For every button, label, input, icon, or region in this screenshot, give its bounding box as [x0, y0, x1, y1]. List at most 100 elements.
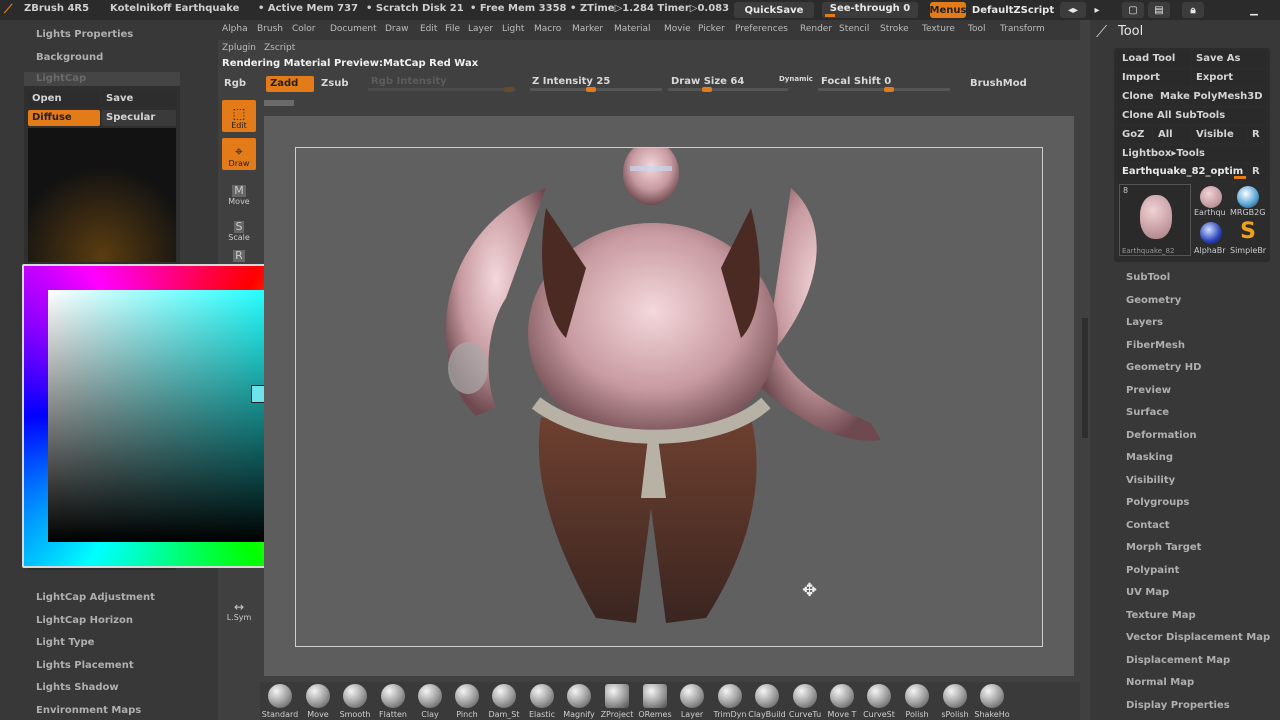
- lightcap-header[interactable]: LightCap: [24, 72, 180, 86]
- light-type-header[interactable]: Light Type: [36, 637, 94, 648]
- menu-zplugin[interactable]: Zplugin: [222, 43, 256, 53]
- tool-thumbnail-main[interactable]: 8 Earthquake_82: [1119, 184, 1191, 256]
- tool-thumb-mrgb[interactable]: MRGB2G: [1230, 184, 1266, 218]
- menu-zscript[interactable]: Zscript: [264, 43, 295, 53]
- dynamic-toggle[interactable]: Dynamic: [779, 75, 813, 83]
- menus-button[interactable]: Menus: [930, 2, 966, 18]
- brushmod-slider[interactable]: BrushMod: [970, 78, 1027, 89]
- preview-header[interactable]: Preview: [1126, 385, 1171, 396]
- tool-thumb-earthquake[interactable]: Earthqu: [1194, 184, 1228, 218]
- earthquake-model[interactable]: [296, 141, 1044, 648]
- make-polymesh-button[interactable]: Make PolyMesh3D: [1156, 89, 1266, 105]
- lights-placement-header[interactable]: Lights Placement: [36, 660, 134, 671]
- tool-thumb-alphabrush[interactable]: AlphaBr: [1194, 220, 1228, 256]
- import-button[interactable]: Import: [1118, 70, 1190, 86]
- menu-transform[interactable]: Transform: [1000, 24, 1045, 34]
- goz-r-button[interactable]: R: [1248, 127, 1266, 143]
- document-frame[interactable]: [295, 141, 1044, 648]
- brush-shakehook[interactable]: ShakeHo: [973, 684, 1011, 720]
- menu-macro[interactable]: Macro: [534, 24, 561, 34]
- lights-properties-header[interactable]: Lights Properties: [36, 29, 133, 40]
- goz-all-button[interactable]: All: [1154, 127, 1190, 143]
- right-scrollbar[interactable]: [1082, 318, 1088, 438]
- brush-spolish[interactable]: sPolish: [936, 684, 974, 720]
- z-intensity-knob[interactable]: [586, 87, 596, 92]
- geometry-hd-header[interactable]: Geometry HD: [1126, 362, 1201, 373]
- menu-alpha[interactable]: Alpha: [222, 24, 248, 34]
- clone-all-subtools-button[interactable]: Clone All SubTools: [1118, 108, 1266, 124]
- palette-toggle-icon[interactable]: ▸: [1090, 2, 1104, 18]
- deformation-header[interactable]: Deformation: [1126, 430, 1197, 441]
- draw-size-track[interactable]: [668, 87, 788, 92]
- menu-draw[interactable]: Draw: [385, 24, 409, 34]
- menu-layer[interactable]: Layer: [468, 24, 493, 34]
- lights-shadow-header[interactable]: Lights Shadow: [36, 682, 119, 693]
- menu-edit[interactable]: Edit: [420, 24, 437, 34]
- brush-pinch[interactable]: Pinch: [448, 684, 486, 720]
- brush-elastic[interactable]: Elastic: [523, 684, 561, 720]
- lightcap-open-button[interactable]: Open: [28, 91, 100, 107]
- contact-header[interactable]: Contact: [1126, 520, 1170, 531]
- polygroups-header[interactable]: Polygroups: [1126, 497, 1189, 508]
- document-canvas[interactable]: ✥: [264, 116, 1074, 676]
- brush-curvestrap[interactable]: CurveSt: [860, 684, 898, 720]
- menu-light[interactable]: Light: [502, 24, 524, 34]
- brush-qremesher[interactable]: ORemes: [636, 684, 674, 720]
- see-through-slider[interactable]: See-through 0: [822, 2, 918, 18]
- brush-magnify[interactable]: Magnify: [560, 684, 598, 720]
- brush-flatten[interactable]: Flatten: [374, 684, 412, 720]
- scroll-arrows-icon[interactable]: ◂▸: [1060, 2, 1086, 18]
- display-properties-header[interactable]: Display Properties: [1126, 700, 1230, 711]
- menu-picker[interactable]: Picker: [698, 24, 725, 34]
- rgb-button[interactable]: Rgb: [224, 78, 246, 89]
- scroll-handle[interactable]: [264, 100, 294, 106]
- visibility-header[interactable]: Visibility: [1126, 475, 1175, 486]
- menu-stroke[interactable]: Stroke: [880, 24, 909, 34]
- rgb-intensity-knob[interactable]: [504, 87, 514, 92]
- focal-shift-slider[interactable]: Focal Shift 0: [821, 76, 891, 87]
- menu-movie[interactable]: Movie: [664, 24, 691, 34]
- zsub-button[interactable]: Zsub: [321, 78, 348, 89]
- menu-material[interactable]: Material: [614, 24, 651, 34]
- background-header[interactable]: Background: [36, 52, 103, 63]
- fibermesh-header[interactable]: FiberMesh: [1126, 340, 1185, 351]
- goz-button[interactable]: GoZ: [1118, 127, 1152, 143]
- uv-map-header[interactable]: UV Map: [1126, 587, 1169, 598]
- save-as-button[interactable]: Save As: [1192, 51, 1266, 67]
- focal-shift-track[interactable]: [818, 87, 950, 92]
- minimize-icon[interactable]: ▁: [1244, 2, 1264, 18]
- brush-clay[interactable]: Clay: [411, 684, 449, 720]
- displacement-map-header[interactable]: Displacement Map: [1126, 655, 1230, 666]
- menu-marker[interactable]: Marker: [572, 24, 603, 34]
- edit-button[interactable]: ⬚ Edit: [222, 100, 256, 132]
- layers-header[interactable]: Layers: [1126, 317, 1163, 328]
- draw-button[interactable]: ⌖ Draw: [222, 138, 256, 170]
- rgb-intensity-slider[interactable]: Rgb Intensity: [371, 76, 447, 87]
- environment-maps-header[interactable]: Environment Maps: [36, 705, 141, 716]
- export-button[interactable]: Export: [1192, 70, 1266, 86]
- brush-layer[interactable]: Layer: [673, 684, 711, 720]
- draw-size-knob[interactable]: [702, 87, 712, 92]
- vector-displacement-map-header[interactable]: Vector Displacement Map: [1126, 632, 1270, 643]
- lightcap-adjustment-header[interactable]: LightCap Adjustment: [36, 592, 155, 603]
- specular-button[interactable]: Specular: [102, 110, 176, 126]
- subtool-header[interactable]: SubTool: [1126, 272, 1170, 283]
- rotate-button[interactable]: R: [222, 248, 256, 264]
- scale-button[interactable]: S Scale: [222, 212, 256, 244]
- diffuse-button[interactable]: Diffuse: [28, 110, 100, 126]
- menu-tool[interactable]: Tool: [968, 24, 985, 34]
- tool-thumb-simplebrush[interactable]: S SimpleBr: [1230, 220, 1266, 256]
- polypaint-header[interactable]: Polypaint: [1126, 565, 1179, 576]
- morph-target-header[interactable]: Morph Target: [1126, 542, 1201, 553]
- default-zscript-button[interactable]: DefaultZScript: [970, 2, 1056, 18]
- z-intensity-track[interactable]: [530, 87, 662, 92]
- current-tool-knob[interactable]: [1234, 176, 1246, 179]
- load-tool-button[interactable]: Load Tool: [1118, 51, 1190, 67]
- brush-polish[interactable]: Polish: [898, 684, 936, 720]
- menu-render[interactable]: Render: [800, 24, 832, 34]
- quicksave-button[interactable]: QuickSave: [734, 2, 814, 18]
- lightcap-horizon-header[interactable]: LightCap Horizon: [36, 615, 133, 626]
- lsym-button[interactable]: ↔ L.Sym: [222, 592, 256, 624]
- menu-texture[interactable]: Texture: [922, 24, 955, 34]
- brush-standard[interactable]: Standard: [261, 684, 299, 720]
